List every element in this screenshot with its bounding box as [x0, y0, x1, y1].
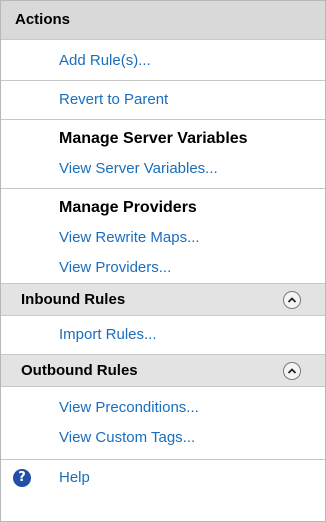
- import-rules-link[interactable]: Import Rules...: [1, 320, 325, 350]
- actions-panel: Actions Add Rule(s)... Revert to Parent …: [0, 0, 326, 522]
- help-row[interactable]: ? Help: [1, 459, 325, 496]
- inbound-rules-title: Inbound Rules: [21, 291, 126, 308]
- manage-server-variables-heading: Manage Server Variables: [59, 130, 248, 147]
- add-rules-link[interactable]: Add Rule(s)...: [1, 46, 325, 76]
- actions-header: Actions: [1, 1, 325, 40]
- view-rewrite-maps-link[interactable]: View Rewrite Maps...: [1, 223, 325, 253]
- outbound-rules-header[interactable]: Outbound Rules: [1, 354, 325, 387]
- manage-providers-heading: Manage Providers: [59, 199, 197, 216]
- help-link[interactable]: Help: [59, 469, 90, 486]
- view-server-variables-link[interactable]: View Server Variables...: [1, 154, 325, 184]
- help-icon: ?: [13, 469, 31, 487]
- outbound-rules-title: Outbound Rules: [21, 362, 138, 379]
- revert-to-parent-link[interactable]: Revert to Parent: [1, 85, 325, 115]
- chevron-up-icon[interactable]: [283, 291, 301, 309]
- view-custom-tags-link[interactable]: View Custom Tags...: [1, 423, 325, 453]
- view-preconditions-link[interactable]: View Preconditions...: [1, 393, 325, 423]
- inbound-rules-header[interactable]: Inbound Rules: [1, 283, 325, 316]
- view-providers-link[interactable]: View Providers...: [1, 253, 325, 283]
- chevron-up-icon[interactable]: [283, 362, 301, 380]
